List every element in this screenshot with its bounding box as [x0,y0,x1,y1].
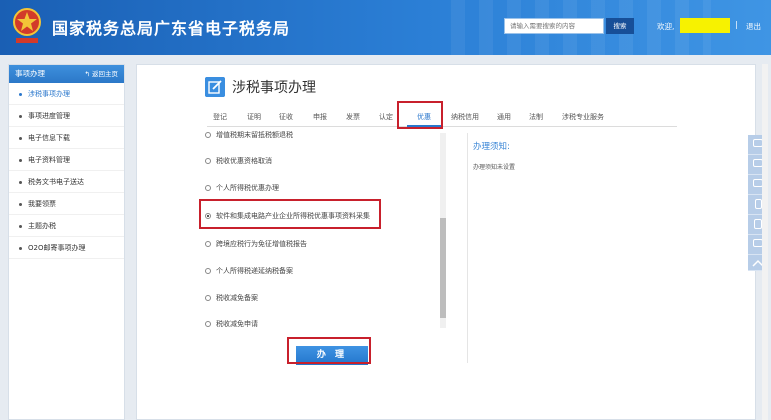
search-button[interactable]: 搜索 [606,18,634,34]
radio-icon[interactable] [205,295,211,301]
list-scrollbar[interactable] [440,133,446,328]
option-label: 增值税期末留抵税额退税 [216,131,293,139]
top-header: 国家税务总局广东省电子税务局 [0,0,771,55]
highlight-tab-box [397,101,443,129]
radio-icon[interactable] [205,241,211,247]
option-label: 税收减免申请 [216,320,258,328]
sidebar-item-download[interactable]: 电子信息下载 [9,127,124,149]
tablet-icon [754,219,762,229]
header-separator: | [735,20,738,29]
bullet-icon [19,224,22,228]
sidebar-item-e-docs[interactable]: 电子资料管理 [9,149,124,171]
highlight-button-box [287,337,371,364]
sidebar-item-label: O2O邮寄事项办理 [28,244,86,252]
notice-title: 办理须知: [473,142,510,152]
bullet-icon [19,114,22,118]
sidebar-item-get-invoice[interactable]: 我要领票 [9,193,124,215]
main-panel: 涉税事项办理 登记 证明 征收 申报 发票 认定 优惠 纳税信用 通用 法制 涉… [136,64,756,420]
tab-invoice[interactable]: 发票 [346,107,360,127]
tax-bureau-emblem-icon [13,8,41,43]
bullet-icon [19,92,22,96]
sidebar-item-label: 主题办税 [28,222,56,230]
sidebar-header: 事项办理 ↰ 返回主页 [9,65,124,83]
list-item[interactable]: 税收减免申请 [205,317,258,331]
sidebar-title: 事项办理 [15,69,45,78]
bullet-icon [19,136,22,140]
sidebar-item-label: 电子信息下载 [28,134,70,142]
sidebar-item-label: 税务文书电子送达 [28,178,84,186]
radio-icon[interactable] [205,158,211,164]
radio-icon[interactable] [205,321,211,327]
tab-declaration[interactable]: 申报 [313,107,327,127]
site-title: 国家税务总局广东省电子税务局 [52,19,291,38]
list-item[interactable]: 税收优惠资格取消 [205,154,272,168]
tab-tax-credit[interactable]: 纳税信用 [451,107,479,127]
user-name-redacted [680,18,730,33]
option-label: 个人所得税递延纳税备案 [216,267,293,275]
edit-icon [205,77,225,97]
tab-certification[interactable]: 认定 [379,107,393,127]
mobile-icon [754,199,762,209]
list-item[interactable]: 跨境应税行为免征增值税报告 [205,237,307,251]
list-item[interactable]: 个人所得税优惠办理 [205,181,279,195]
option-label: 税收减免备案 [216,294,258,302]
bullet-icon [19,180,22,184]
divider [467,133,468,363]
tab-registration[interactable]: 登记 [213,107,227,127]
sidebar-item-e-delivery[interactable]: 税务文书电子送达 [9,171,124,193]
welcome-text: 欢迎, [657,22,675,31]
back-home-link[interactable]: ↰ 返回主页 [84,65,118,83]
option-label: 个人所得税优惠办理 [216,184,279,192]
matter-list: 增值税期末留抵税额退税 税收优惠资格取消 个人所得税优惠办理 软件和集成电路产业… [201,127,451,332]
sidebar: 事项办理 ↰ 返回主页 涉税事项办理 事项进度管理 电子信息下载 电子资料管理 … [8,64,125,420]
back-home-label: 返回主页 [92,70,118,78]
radio-icon[interactable] [205,268,211,274]
sidebar-item-tax-matters[interactable]: 涉税事项办理 [9,83,124,105]
sidebar-item-progress[interactable]: 事项进度管理 [9,105,124,127]
list-item[interactable]: 增值税期末留抵税额退税 [205,128,293,142]
sidebar-item-label: 电子资料管理 [28,156,70,164]
sidebar-item-o2o-mail[interactable]: O2O邮寄事项办理 [9,237,124,259]
radio-icon[interactable] [205,132,211,138]
list-item[interactable]: 税收减免备案 [205,291,258,305]
page-title: 涉税事项办理 [232,80,316,96]
tab-collection[interactable]: 征收 [279,107,293,127]
bullet-icon [19,246,22,250]
search-input[interactable] [504,18,604,34]
sidebar-item-theme-tax[interactable]: 主题办税 [9,215,124,237]
notice-text: 办理须知未设置 [473,164,516,171]
tab-legal[interactable]: 法制 [529,107,543,127]
tab-tax-services[interactable]: 涉税专业服务 [562,107,604,127]
radio-icon[interactable] [205,185,211,191]
tab-certificate[interactable]: 证明 [247,107,261,127]
list-scrollbar-thumb[interactable] [440,218,446,318]
bullet-icon [19,202,22,206]
tab-general[interactable]: 通用 [497,107,511,127]
bullet-icon [19,158,22,162]
option-label: 税收优惠资格取消 [216,157,272,165]
sidebar-item-label: 涉税事项办理 [28,90,70,98]
page-scrollbar[interactable] [762,64,768,420]
list-item[interactable]: 个人所得税递延纳税备案 [205,264,293,278]
highlight-option-box [199,199,381,229]
sidebar-item-label: 我要领票 [28,200,56,208]
option-label: 跨境应税行为免征增值税报告 [216,240,307,248]
logout-link[interactable]: 退出 [746,21,761,32]
sidebar-item-label: 事项进度管理 [28,112,70,120]
